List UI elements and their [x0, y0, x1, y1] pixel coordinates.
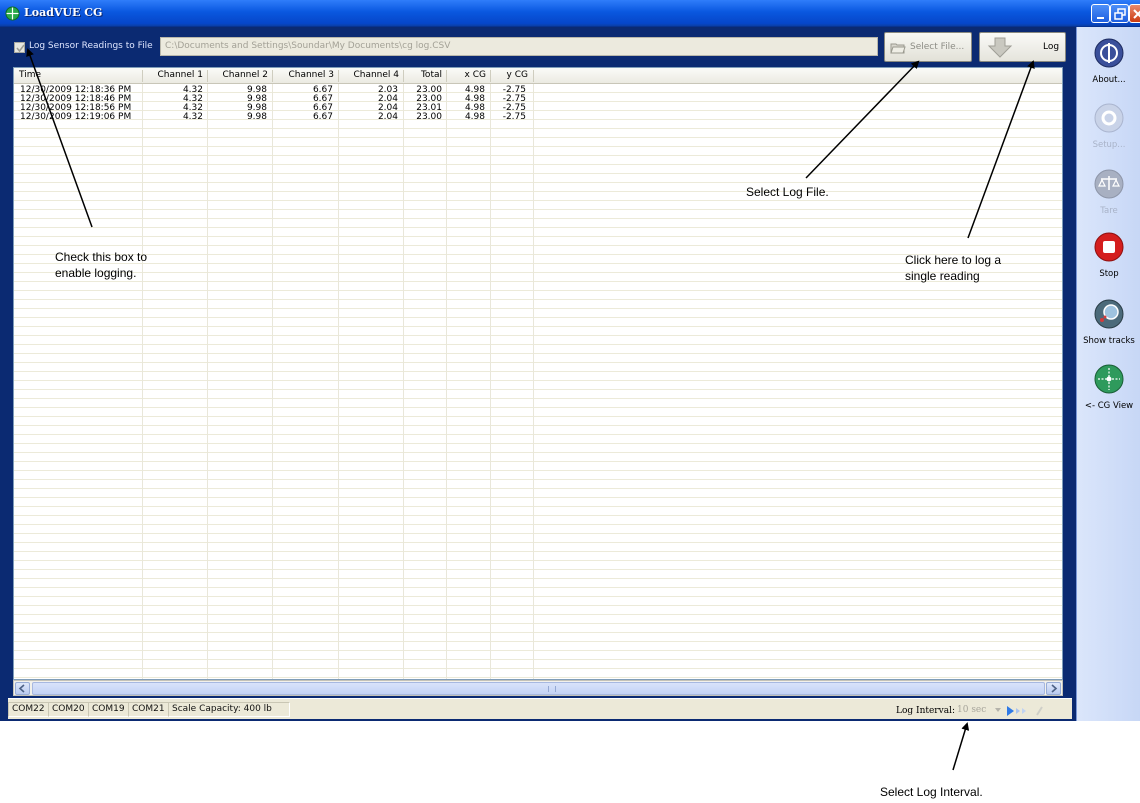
- column-divider: [207, 68, 208, 679]
- chevron-right-icon: [1051, 684, 1058, 693]
- cell-y-cg: -2.75: [502, 112, 526, 122]
- log-to-file-checkbox[interactable]: [14, 42, 25, 53]
- cg-view-label: <- CG View: [1084, 401, 1134, 411]
- column-divider: [142, 68, 143, 679]
- table-row[interactable]: 12/30/2009 12:18:56 PM 4.32 9.98 6.67 2.…: [14, 104, 1062, 113]
- column-header[interactable]: x CG: [446, 70, 486, 80]
- scroll-left-button[interactable]: [15, 682, 30, 695]
- minimize-icon: [1097, 17, 1104, 19]
- table-row[interactable]: 12/30/2009 12:19:06 PM 4.32 9.98 6.67 2.…: [14, 112, 1062, 122]
- minimize-button[interactable]: [1091, 4, 1110, 23]
- scale-icon: [1094, 169, 1124, 199]
- cell-channel-1: 4.32: [182, 112, 203, 122]
- cell-channel-4: 2.04: [377, 112, 398, 122]
- annotation-checkbox-note: Check this box to enable logging.: [55, 250, 148, 280]
- restore-icon: [1114, 8, 1126, 20]
- title-bar[interactable]: LoadVUE CG: [0, 0, 1140, 27]
- chevron-left-icon: [18, 684, 25, 693]
- cell-x-cg: 4.98: [464, 112, 485, 122]
- status-port: COM19: [88, 702, 129, 717]
- annotation-interval-note: Select Log Interval.: [880, 785, 983, 799]
- scrollbar-grip: [548, 686, 556, 692]
- checkmark-icon: [16, 44, 25, 53]
- log-file-path-field[interactable]: C:\Documents and Settings\Soundar\My Doc…: [160, 37, 878, 56]
- cg-view-button[interactable]: <- CG View: [1077, 363, 1140, 423]
- log-button[interactable]: Log: [979, 32, 1066, 62]
- column-divider: [446, 68, 447, 679]
- crosshair-icon: [1094, 364, 1124, 394]
- window-title: LoadVUE CG: [24, 6, 103, 19]
- log-arrow-icon: [987, 37, 1013, 58]
- stop-label: Stop: [1099, 269, 1119, 279]
- right-toolbar: About... Setup... Tare Stop Show tracks …: [1076, 27, 1140, 721]
- column-divider: [338, 68, 339, 679]
- close-icon: [1133, 9, 1140, 19]
- about-label: About...: [1092, 75, 1126, 85]
- column-divider: [533, 68, 534, 679]
- app-window: LoadVUE CG Log Sensor Readings to File C…: [0, 0, 1140, 721]
- restore-button[interactable]: [1110, 4, 1129, 23]
- stop-button[interactable]: Stop: [1077, 231, 1140, 291]
- scroll-right-button[interactable]: [1046, 682, 1061, 695]
- table-header: Time Channel 1 Channel 2 Channel 3 Chann…: [14, 68, 1062, 84]
- cell-channel-2: 9.98: [246, 112, 267, 122]
- scrollbar-thumb[interactable]: [32, 682, 1045, 695]
- cell-total: 23.00: [416, 112, 442, 122]
- about-icon: [1094, 38, 1124, 68]
- close-button[interactable]: [1129, 4, 1140, 23]
- folder-icon: [890, 43, 906, 54]
- column-divider: [272, 68, 273, 679]
- status-port: COM21: [128, 702, 169, 717]
- header-divider: [338, 70, 339, 82]
- column-header[interactable]: Channel 4: [338, 70, 399, 80]
- tracks-icon: [1094, 299, 1124, 329]
- cell-channel-3: 6.67: [312, 112, 333, 122]
- app-logo-icon: [5, 6, 20, 21]
- about-button[interactable]: About...: [1077, 37, 1140, 97]
- header-divider: [272, 70, 273, 82]
- horizontal-scrollbar[interactable]: [13, 680, 1063, 696]
- log-button-label: Log: [1043, 42, 1060, 52]
- cell-time: 12/30/2009 12:19:06 PM: [20, 112, 132, 122]
- status-port: COM20: [48, 702, 89, 717]
- column-header[interactable]: Time: [19, 70, 41, 80]
- show-tracks-label: Show tracks: [1083, 336, 1135, 346]
- status-port: COM22: [8, 702, 49, 717]
- log-interval-label: Log Interval:: [896, 706, 955, 716]
- column-header[interactable]: Total: [403, 70, 442, 80]
- stop-icon: [1094, 232, 1124, 262]
- header-divider: [142, 70, 143, 82]
- grid-row-lines: [14, 84, 1062, 679]
- tare-label: Tare: [1100, 206, 1118, 216]
- log-to-file-label[interactable]: Log Sensor Readings to File: [29, 41, 153, 51]
- scale-capacity: Scale Capacity: 400 lb: [168, 702, 290, 717]
- header-divider: [446, 70, 447, 82]
- show-tracks-button[interactable]: Show tracks: [1077, 298, 1140, 358]
- select-file-label: Select File...: [910, 42, 965, 52]
- log-interval-play-icon[interactable]: [1007, 705, 1045, 717]
- tare-button[interactable]: Tare: [1077, 168, 1140, 228]
- column-header[interactable]: y CG: [490, 70, 528, 80]
- table-row[interactable]: 12/30/2009 12:18:46 PM 4.32 9.98 6.67 2.…: [14, 95, 1062, 104]
- header-divider: [533, 70, 534, 82]
- select-file-button[interactable]: Select File...: [884, 32, 972, 62]
- header-divider: [207, 70, 208, 82]
- setup-label: Setup...: [1092, 140, 1126, 150]
- annotation-select-file-note: Select Log File.: [746, 185, 829, 199]
- column-divider: [403, 68, 404, 679]
- readings-table[interactable]: Time Channel 1 Channel 2 Channel 3 Chann…: [13, 67, 1063, 680]
- gear-icon: [1094, 103, 1124, 133]
- setup-button[interactable]: Setup...: [1077, 102, 1140, 162]
- header-divider: [490, 70, 491, 82]
- column-header[interactable]: Channel 3: [272, 70, 334, 80]
- column-header[interactable]: Channel 1: [142, 70, 203, 80]
- annotation-log-note: Click here to log a single reading: [905, 253, 1002, 283]
- table-row[interactable]: 12/30/2009 12:18:36 PM 4.32 9.98 6.67 2.…: [14, 86, 1062, 95]
- column-header[interactable]: Channel 2: [207, 70, 268, 80]
- arrow-to-log-interval: [952, 722, 970, 771]
- dropdown-arrow-icon[interactable]: [995, 708, 1001, 712]
- header-divider: [403, 70, 404, 82]
- column-divider: [490, 68, 491, 679]
